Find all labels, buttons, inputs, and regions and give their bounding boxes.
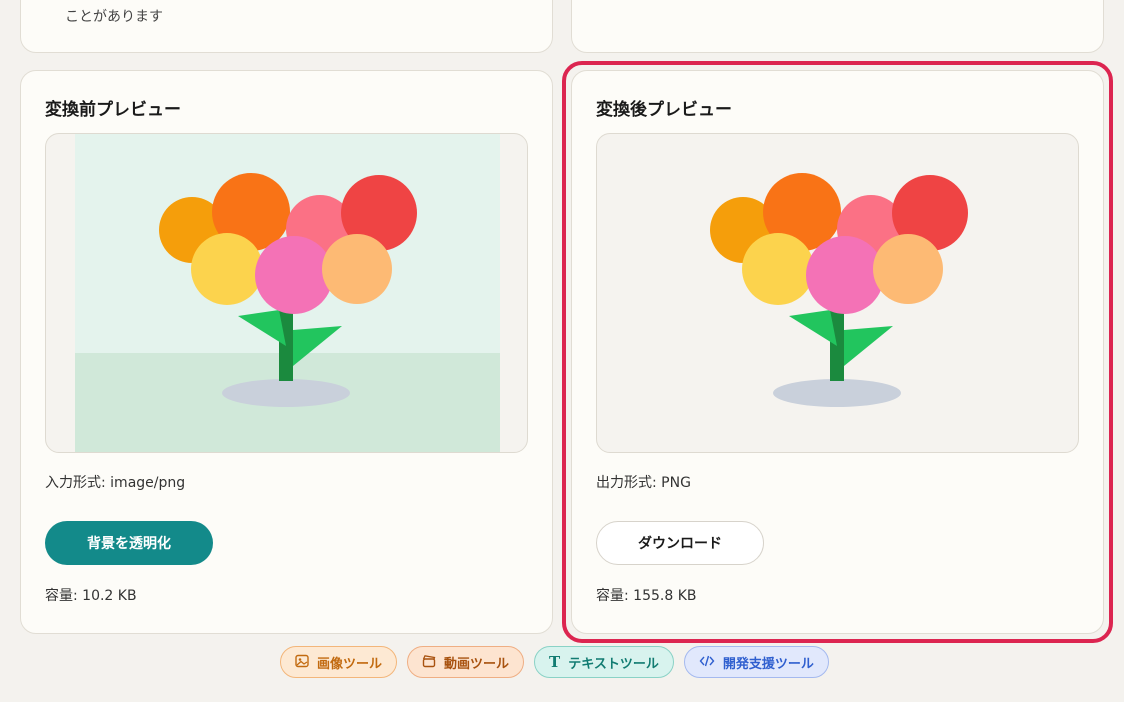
after-preview-title: 変換後プレビュー [596,100,732,120]
tool-category-nav: 画像ツール 動画ツール T テキストツール 開発支援ツール [280,646,829,678]
flower-image [75,134,500,452]
output-format-label: 出力形式: PNG [596,475,691,491]
chip-label: 画像ツール [317,656,383,672]
before-preview-image [45,133,528,453]
output-size-label: 容量: 155.8 KB [596,588,697,604]
top-left-card: ことがあります [20,0,553,53]
chip-image-tools[interactable]: 画像ツール [280,646,398,678]
code-icon [699,654,715,671]
flower-image-transparent [710,173,968,407]
top-right-card [571,0,1104,53]
chip-text-tools[interactable]: T テキストツール [534,646,674,678]
card-note: ことがあります [65,9,163,25]
before-preview-card: 変換前プレビュー 入力形式: image/png 背景を透明化 容量: 10.2… [20,70,553,634]
text-icon: T [549,652,561,671]
image-icon [295,654,309,671]
chip-label: 開発支援ツール [722,656,814,672]
after-preview-card: 変換後プレビュー 出力形式: PNG ダウンロード 容量: 155.8 KB [571,70,1104,634]
input-size-label: 容量: 10.2 KB [45,588,137,604]
download-button[interactable]: ダウンロード [596,521,764,565]
make-transparent-button[interactable]: 背景を透明化 [45,521,213,565]
before-preview-title: 変換前プレビュー [45,100,181,120]
chip-label: 動画ツール [444,656,510,672]
clapperboard-icon [422,654,436,671]
chip-dev-tools[interactable]: 開発支援ツール [683,646,829,678]
after-preview-image [596,133,1079,453]
input-format-label: 入力形式: image/png [45,475,186,491]
chip-label: テキストツール [568,656,659,672]
chip-video-tools[interactable]: 動画ツール [407,646,525,678]
